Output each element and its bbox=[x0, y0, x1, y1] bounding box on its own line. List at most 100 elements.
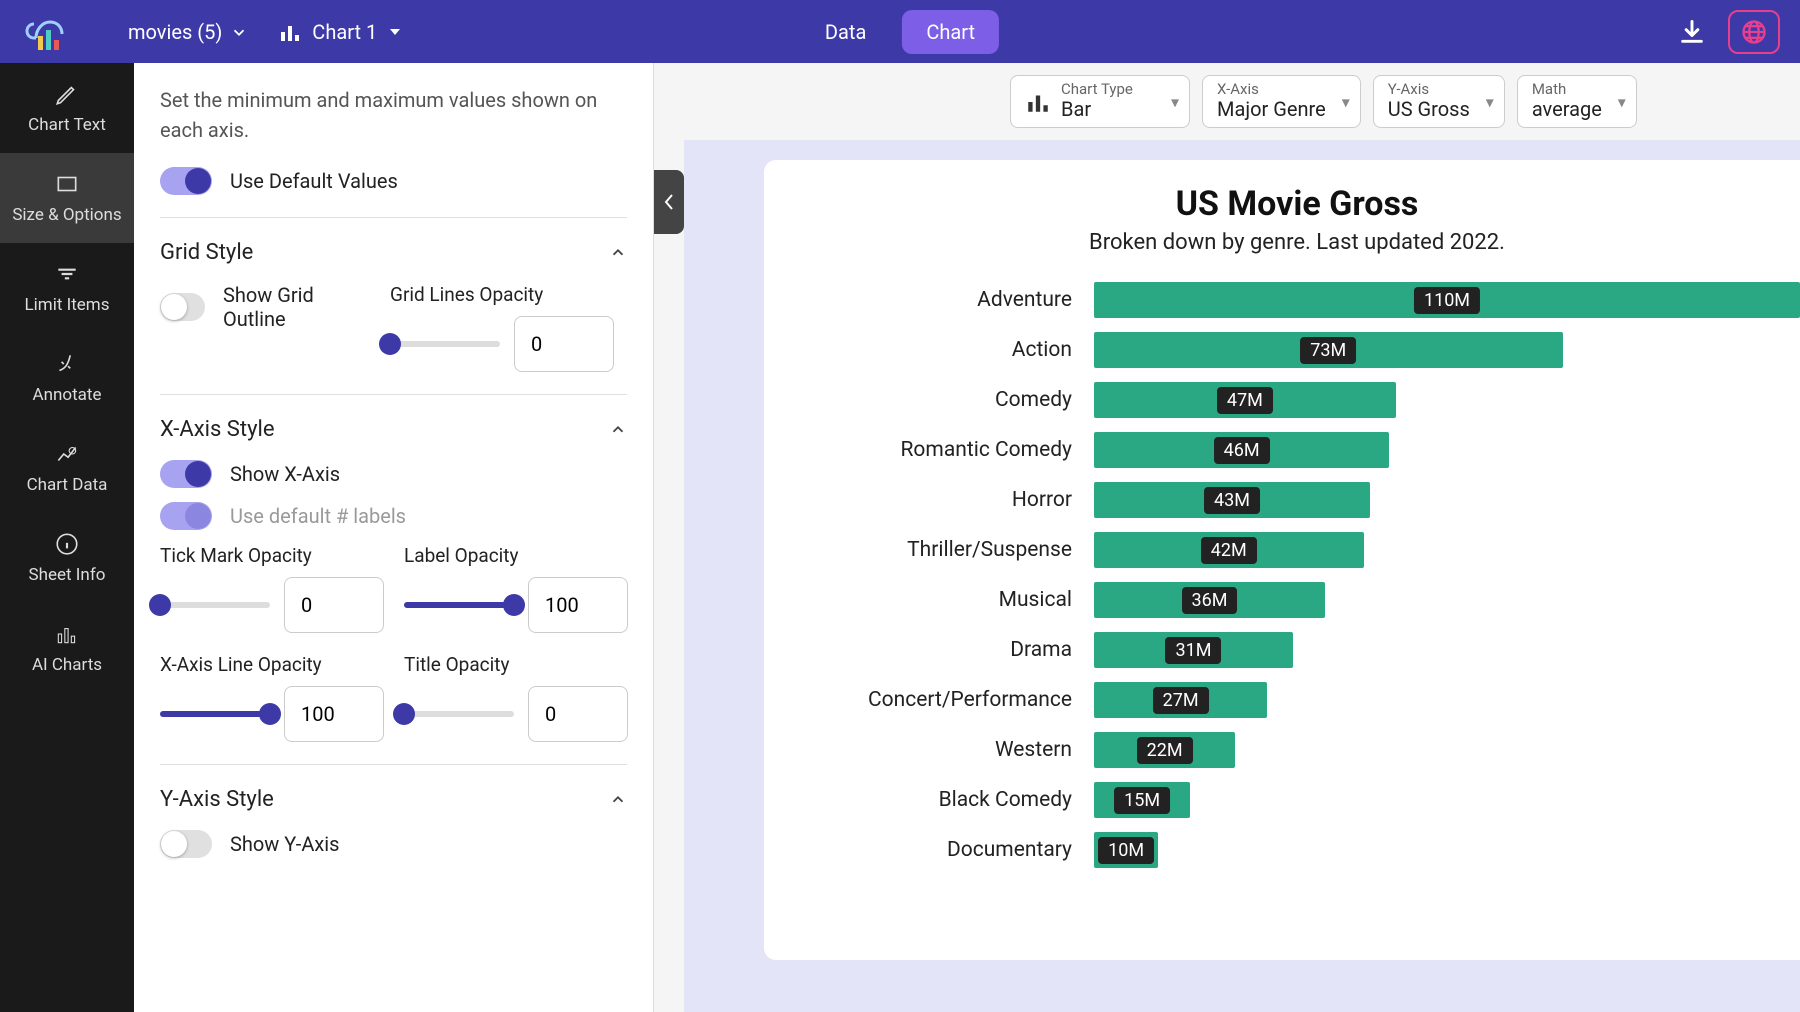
nav-sheet-info[interactable]: Sheet Info bbox=[0, 513, 134, 603]
row-show-y-axis: Show Y-Axis bbox=[160, 830, 627, 858]
slider-grid-lines bbox=[390, 316, 614, 372]
bar-track: 46M bbox=[1094, 432, 1800, 468]
row-use-default-values: Use Default Values bbox=[160, 167, 627, 195]
chart-label: Chart 1 bbox=[312, 20, 377, 44]
bar-value-label: 46M bbox=[1214, 437, 1270, 464]
input-x-line-opacity[interactable] bbox=[284, 686, 384, 742]
bar-fill[interactable]: 31M bbox=[1094, 632, 1293, 668]
section-title: Y-Axis Style bbox=[160, 787, 274, 812]
bar-fill[interactable]: 27M bbox=[1094, 682, 1267, 718]
nav-size-options[interactable]: Size & Options bbox=[0, 153, 134, 243]
bar-value-label: 10M bbox=[1098, 837, 1154, 864]
bar-fill[interactable]: 46M bbox=[1094, 432, 1389, 468]
chevron-down-icon bbox=[230, 23, 248, 41]
sub-label: X-Axis Line Opacity bbox=[160, 653, 384, 676]
nav-label: Limit Items bbox=[25, 295, 110, 315]
toggle-use-default-labels[interactable] bbox=[160, 502, 212, 530]
info-icon bbox=[54, 531, 80, 557]
slider-label-opacity[interactable] bbox=[404, 602, 514, 608]
bar-chart-icon bbox=[1025, 89, 1051, 115]
bar-value-label: 42M bbox=[1201, 537, 1257, 564]
toggle-use-default-values[interactable] bbox=[160, 167, 212, 195]
nav-label: Chart Data bbox=[27, 475, 108, 495]
nav-label: Sheet Info bbox=[29, 565, 106, 585]
bar-category: Drama bbox=[794, 638, 1094, 662]
bar-category: Action bbox=[794, 338, 1094, 362]
cfg-x-axis[interactable]: X-Axis Major Genre ▾ bbox=[1202, 75, 1361, 128]
settings-panel: Set the minimum and maximum values shown… bbox=[134, 63, 654, 1012]
cfg-chart-type[interactable]: Chart Type Bar ▾ bbox=[1010, 75, 1190, 128]
toggle-show-x-axis[interactable] bbox=[160, 460, 212, 488]
bar-track: 47M bbox=[1094, 382, 1800, 418]
bar-category: Romantic Comedy bbox=[794, 438, 1094, 462]
bar-category: Horror bbox=[794, 488, 1094, 512]
toggle-show-grid-outline[interactable] bbox=[160, 293, 205, 321]
slider-grid-lines-opacity[interactable] bbox=[390, 341, 500, 347]
row-show-grid-outline: Show Grid Outline bbox=[160, 283, 360, 331]
bar-track: 31M bbox=[1094, 632, 1800, 668]
bar-category: Western bbox=[794, 738, 1094, 762]
row-show-x-axis: Show X-Axis bbox=[160, 460, 627, 488]
input-tick-mark-opacity[interactable] bbox=[284, 577, 384, 633]
caret-down-icon: ▾ bbox=[1342, 92, 1350, 111]
bar-fill[interactable]: 22M bbox=[1094, 732, 1235, 768]
section-head-x[interactable]: X-Axis Style bbox=[160, 417, 627, 442]
bar-fill[interactable]: 42M bbox=[1094, 532, 1364, 568]
bar-value-label: 73M bbox=[1300, 337, 1356, 364]
download-icon[interactable] bbox=[1678, 18, 1706, 46]
chart-bars: Adventure 110M Action 73M Comedy 47M Rom… bbox=[794, 275, 1800, 875]
section-grid-style: Grid Style Show Grid Outline Grid Lines … bbox=[160, 217, 627, 372]
bar-track: 42M bbox=[1094, 532, 1800, 568]
chevron-up-icon bbox=[609, 421, 627, 439]
bar-value-label: 36M bbox=[1182, 587, 1238, 614]
bar-fill[interactable]: 10M bbox=[1094, 832, 1158, 868]
chart-selector[interactable]: Chart 1 bbox=[278, 20, 403, 44]
bar-row: Western 22M bbox=[794, 725, 1800, 775]
section-x-axis-style: X-Axis Style Show X-Axis Use default # l… bbox=[160, 394, 627, 742]
bar-track: 27M bbox=[1094, 682, 1800, 718]
input-grid-lines-opacity[interactable] bbox=[514, 316, 614, 372]
toggle-show-y-axis[interactable] bbox=[160, 830, 212, 858]
bar-row: Romantic Comedy 46M bbox=[794, 425, 1800, 475]
bar-fill[interactable]: 73M bbox=[1094, 332, 1563, 368]
nav-chart-data[interactable]: Chart Data bbox=[0, 423, 134, 513]
sub-label: Tick Mark Opacity bbox=[160, 544, 384, 567]
section-head-grid[interactable]: Grid Style bbox=[160, 240, 627, 265]
bar-track: 10M bbox=[1094, 832, 1800, 868]
nav-ai-charts[interactable]: AI Charts bbox=[0, 603, 134, 693]
bar-fill[interactable]: 47M bbox=[1094, 382, 1396, 418]
panel-description: Set the minimum and maximum values shown… bbox=[160, 85, 627, 145]
bar-fill[interactable]: 15M bbox=[1094, 782, 1190, 818]
cfg-y-axis[interactable]: Y-Axis US Gross ▾ bbox=[1373, 75, 1505, 128]
bar-fill[interactable]: 43M bbox=[1094, 482, 1370, 518]
mode-tabs: Data Chart bbox=[801, 10, 999, 54]
dataset-selector[interactable]: movies (5) bbox=[128, 20, 248, 44]
nav-annotate[interactable]: Annotate bbox=[0, 333, 134, 423]
panel-collapse-handle[interactable] bbox=[654, 170, 684, 234]
chevron-left-icon bbox=[662, 192, 676, 212]
nav-chart-text[interactable]: Chart Text bbox=[0, 63, 134, 153]
slider-tick-mark-opacity[interactable] bbox=[160, 602, 270, 608]
bar-fill[interactable]: 110M bbox=[1094, 282, 1800, 318]
cfg-math[interactable]: Math average ▾ bbox=[1517, 75, 1637, 128]
bar-value-label: 110M bbox=[1414, 287, 1480, 314]
bar-category: Black Comedy bbox=[794, 788, 1094, 812]
share-globe-button[interactable] bbox=[1728, 10, 1780, 54]
dataset-label: movies (5) bbox=[128, 20, 222, 44]
bar-row: Adventure 110M bbox=[794, 275, 1800, 325]
slider-title-opacity[interactable] bbox=[404, 711, 514, 717]
x-line-opacity-group: X-Axis Line Opacity bbox=[160, 653, 384, 742]
bar-track: 43M bbox=[1094, 482, 1800, 518]
tab-data[interactable]: Data bbox=[801, 10, 890, 54]
input-label-opacity[interactable] bbox=[528, 577, 628, 633]
nav-limit-items[interactable]: Limit Items bbox=[0, 243, 134, 333]
input-title-opacity[interactable] bbox=[528, 686, 628, 742]
bar-row: Thriller/Suspense 42M bbox=[794, 525, 1800, 575]
chart-config-row: Chart Type Bar ▾ X-Axis Major Genre ▾ Y-… bbox=[1010, 75, 1637, 128]
filter-icon bbox=[54, 261, 80, 287]
section-head-y[interactable]: Y-Axis Style bbox=[160, 787, 627, 812]
bar-fill[interactable]: 36M bbox=[1094, 582, 1325, 618]
tab-chart[interactable]: Chart bbox=[902, 10, 999, 54]
left-nav: Chart Text Size & Options Limit Items An… bbox=[0, 63, 134, 1012]
slider-x-line-opacity[interactable] bbox=[160, 711, 270, 717]
